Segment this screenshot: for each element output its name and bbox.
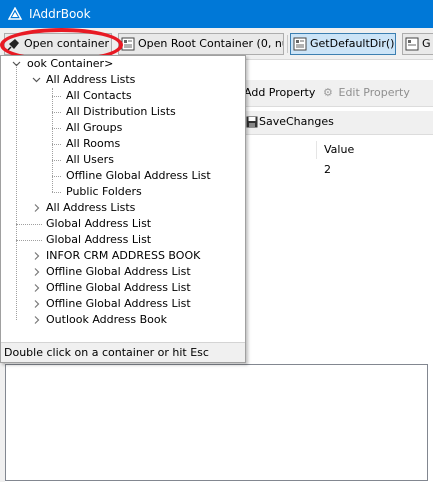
- container-tree[interactable]: ook Container> All Address Lists All Con…: [1, 56, 245, 342]
- save-changes-button[interactable]: SaveChanges: [259, 115, 334, 128]
- tree-connector: [52, 192, 61, 193]
- edit-property-button[interactable]: ⚙ Edit Property: [323, 83, 410, 103]
- chevron-right-icon: [34, 300, 39, 308]
- container-dropdown: ook Container> All Address Lists All Con…: [0, 55, 246, 363]
- expand-toggle[interactable]: [31, 248, 41, 264]
- open-container-button[interactable]: Open container: [4, 33, 112, 55]
- expand-toggle[interactable]: [31, 200, 41, 216]
- expand-toggle[interactable]: [31, 72, 41, 88]
- chevron-down-icon: [32, 77, 40, 83]
- tree-connector: [52, 96, 61, 97]
- tree-item-label: All Groups: [66, 121, 123, 134]
- gear-icon: ⚙: [323, 86, 333, 99]
- chevron-right-icon: [34, 316, 39, 324]
- dropdown-status-bar: Double click on a container or hit Esc: [1, 342, 245, 362]
- tree-item-label: All Address Lists: [46, 201, 136, 214]
- get-default-dir-label: GetDefaultDir(): [310, 37, 395, 50]
- get-default-dir-button[interactable]: GetDefaultDir(): [290, 33, 396, 55]
- chevron-right-icon: [34, 204, 39, 212]
- open-container-label: Open container: [24, 37, 109, 50]
- tree-connector: [16, 64, 17, 320]
- add-property-button[interactable]: Add Property: [244, 83, 315, 103]
- tree-connector: [52, 144, 61, 145]
- chevron-right-icon: [34, 284, 39, 292]
- tree-connector: [52, 176, 61, 177]
- tree-item-label: Offline Global Address List: [66, 169, 211, 182]
- get-button[interactable]: G: [402, 33, 433, 55]
- tree-item-label: Public Folders: [66, 185, 142, 198]
- tree-item-label: Global Address List: [46, 217, 152, 230]
- tree-item-label: Offline Global Address List: [46, 265, 191, 278]
- tree-item-label: All Rooms: [66, 137, 121, 150]
- expand-toggle[interactable]: [31, 312, 41, 328]
- tree-connector: [52, 128, 61, 129]
- expand-toggle[interactable]: [31, 264, 41, 280]
- details-panel: [5, 364, 428, 481]
- tree-item-label: All Users: [66, 153, 114, 166]
- chevron-down-icon: [12, 61, 20, 67]
- chevron-right-icon: [34, 268, 39, 276]
- expand-toggle[interactable]: [31, 280, 41, 296]
- address-book-icon: [121, 37, 135, 51]
- open-root-container-label: Open Root Container (0, null): [138, 37, 284, 50]
- open-root-container-button[interactable]: Open Root Container (0, null): [118, 33, 284, 55]
- value-header-label: Value: [324, 143, 355, 156]
- toolbar-separator: [287, 35, 288, 53]
- tree-item-label: Offline Global Address List: [46, 297, 191, 310]
- dropdown-status-text: Double click on a container or hit Esc: [4, 346, 209, 359]
- pin-icon: [7, 39, 19, 51]
- expand-toggle[interactable]: [31, 296, 41, 312]
- get-button-label: G: [422, 37, 431, 50]
- save-toolbar: SaveChanges: [242, 111, 433, 135]
- tree-item-label: Outlook Address Book: [46, 313, 168, 326]
- tree-item-label: INFOR CRM ADDRESS BOOK: [46, 249, 201, 262]
- tree-item-label: All Contacts: [66, 89, 132, 102]
- tree-connector: [16, 224, 42, 225]
- table-cell-value: 2: [324, 163, 331, 176]
- save-icon: [246, 116, 258, 128]
- tree-connector: [16, 240, 42, 241]
- tree-item-label: All Address Lists: [46, 73, 136, 86]
- property-toolbar: Add Property ⚙ Edit Property: [242, 80, 433, 107]
- address-book-icon: [405, 37, 419, 51]
- tree-item-label: All Distribution Lists: [66, 105, 176, 118]
- address-book-icon: [293, 37, 307, 51]
- window-title: IAddrBook: [29, 7, 91, 21]
- chevron-right-icon: [34, 252, 39, 260]
- value-column-header[interactable]: Value: [316, 141, 433, 159]
- tree-root-label: ook Container>: [27, 57, 114, 70]
- title-bar: IAddrBook: [0, 0, 433, 28]
- expand-toggle[interactable]: [11, 56, 21, 72]
- tree-connector: [52, 160, 61, 161]
- tree-item-label: Global Address List: [46, 233, 152, 246]
- edit-property-label: Edit Property: [338, 86, 410, 99]
- tree-connector: [52, 112, 61, 113]
- tree-item-label: Offline Global Address List: [46, 281, 191, 294]
- app-icon: [8, 7, 22, 20]
